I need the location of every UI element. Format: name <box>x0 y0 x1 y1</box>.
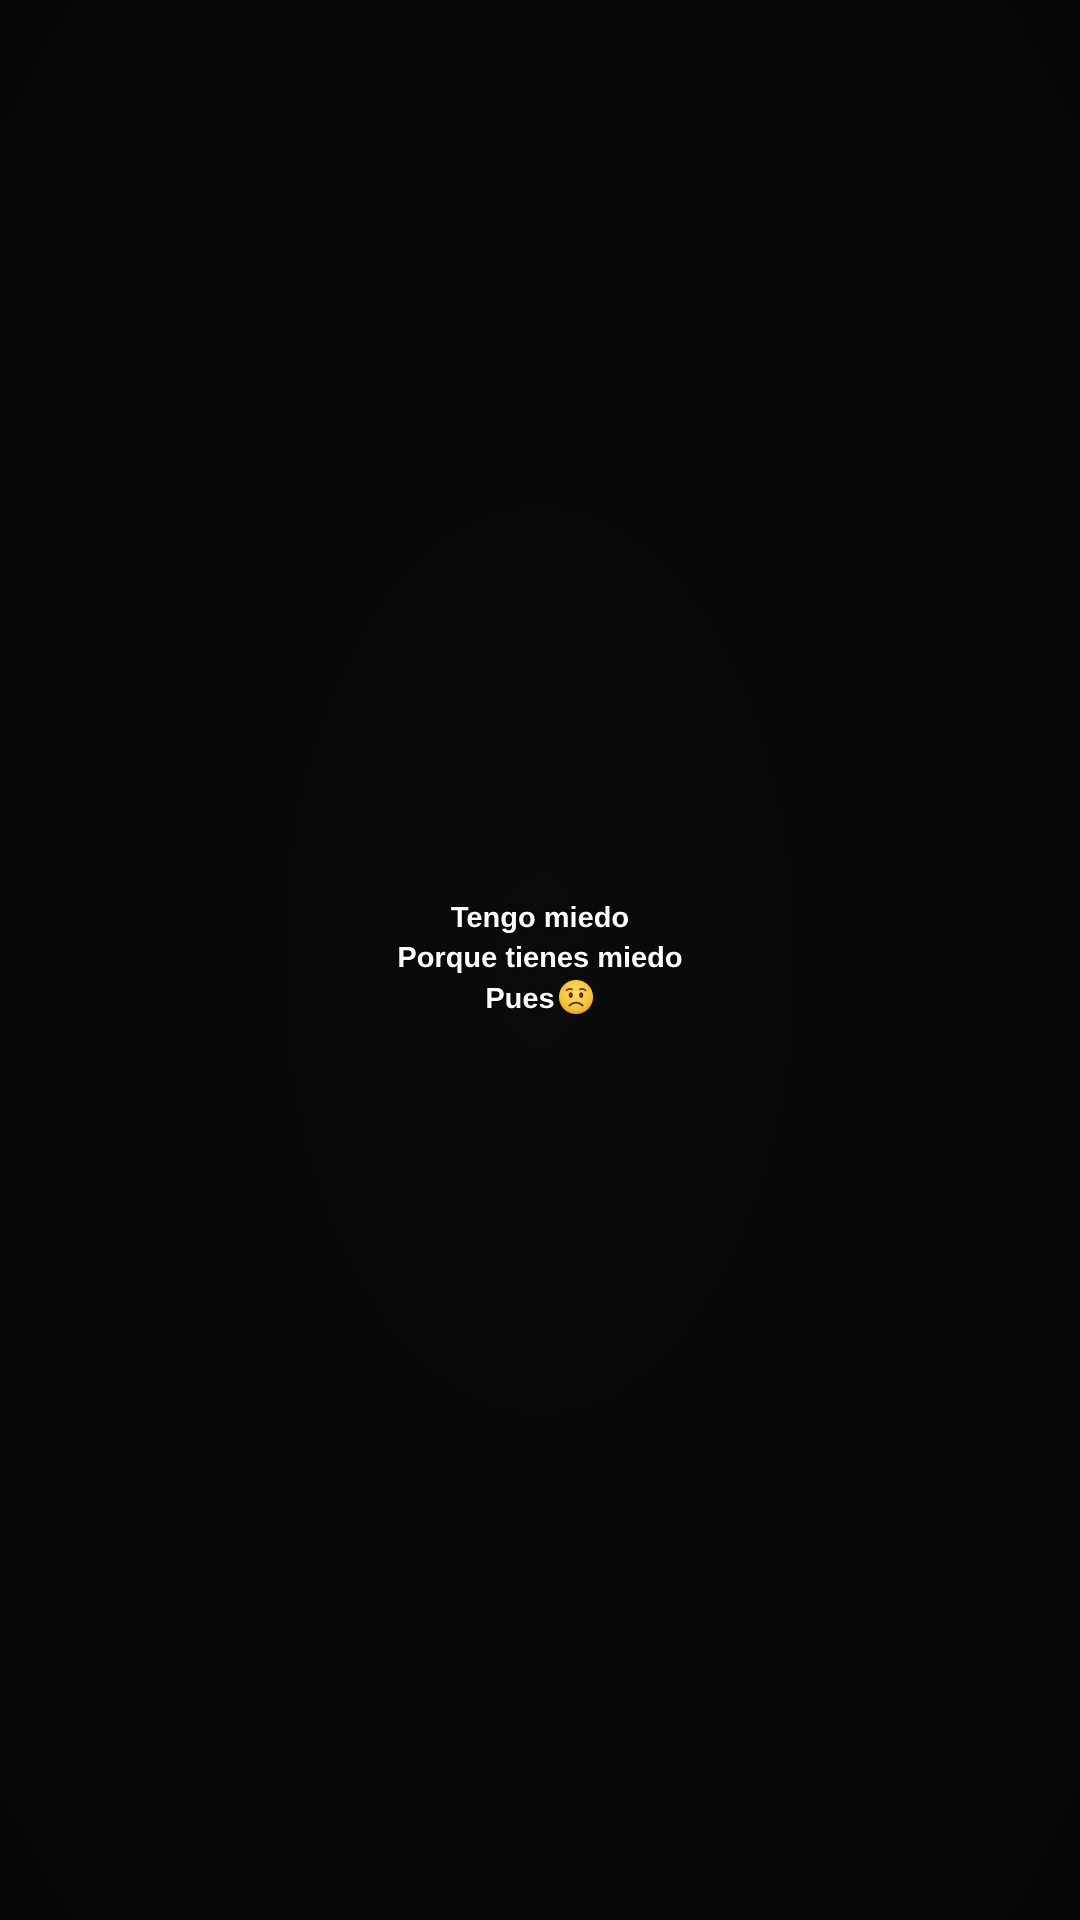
caption-line-2: Porque tienes miedo <box>397 942 683 974</box>
caption-line-3: Pues <box>0 978 1080 1019</box>
story-screen[interactable]: Tengo miedo Porque tienes miedo Pues <box>0 0 1080 1920</box>
story-caption: Tengo miedo Porque tienes miedo Pues <box>0 898 1080 1019</box>
worried-face-icon <box>558 979 593 1015</box>
caption-line-3-text: Pues <box>485 983 555 1015</box>
caption-line-1: Tengo miedo <box>450 902 630 934</box>
